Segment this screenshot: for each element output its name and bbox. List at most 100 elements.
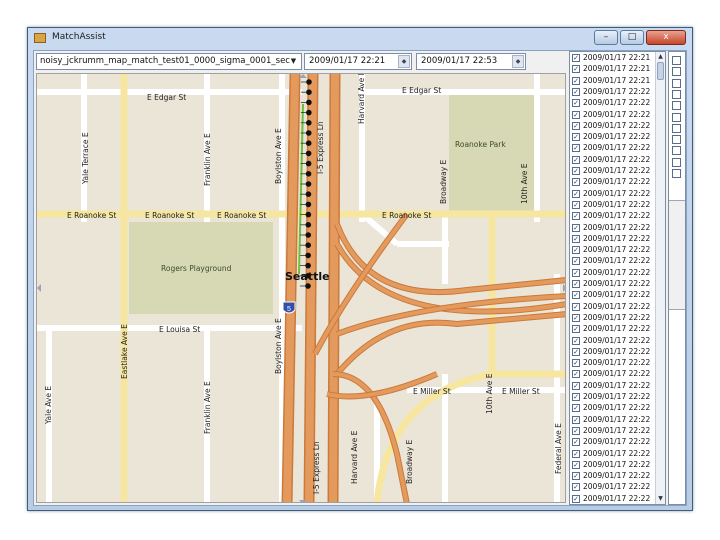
list-item[interactable]: ✓ 2009/01/17 22:22 (570, 189, 656, 200)
list-item[interactable]: ✓ 2009/01/17 22:22 (570, 302, 656, 313)
side-checkbox[interactable] (672, 89, 681, 99)
row-checkbox[interactable]: ✓ (572, 404, 580, 413)
list-item[interactable]: ✓ 2009/01/17 22:22 (570, 482, 656, 493)
row-checkbox[interactable]: ✓ (572, 438, 580, 447)
list-item[interactable]: ✓ 2009/01/17 22:21 (570, 53, 656, 64)
side-checkbox[interactable] (672, 169, 681, 178)
list-item[interactable]: ✓ 2009/01/17 22:22 (570, 143, 656, 154)
row-checkbox[interactable]: ✓ (572, 336, 580, 345)
trace-select[interactable]: noisy_jckrumm_map_match_test01_0000_sigm… (36, 53, 302, 70)
list-item[interactable]: ✓ 2009/01/17 22:22 (570, 132, 656, 143)
list-item[interactable]: ✓ 2009/01/17 22:22 (570, 494, 656, 504)
row-checkbox[interactable]: ✓ (572, 370, 580, 379)
row-checkbox[interactable]: ✓ (572, 460, 580, 469)
row-checkbox[interactable]: ✓ (572, 99, 580, 108)
scroll-down-icon[interactable]: ▼ (656, 494, 665, 503)
side-checkbox[interactable] (672, 101, 681, 111)
side-checkbox[interactable] (672, 56, 681, 65)
title-bar[interactable]: MatchAssist – □ x (28, 28, 692, 49)
list-item[interactable]: ✓ 2009/01/17 22:22 (570, 121, 656, 132)
row-checkbox[interactable]: ✓ (572, 54, 580, 62)
list-item[interactable]: ✓ 2009/01/17 22:22 (570, 211, 656, 222)
list-item[interactable]: ✓ 2009/01/17 22:22 (570, 369, 656, 380)
side-checkbox[interactable] (672, 67, 681, 77)
list-item[interactable]: ✓ 2009/01/17 22:22 (570, 426, 656, 437)
map-view[interactable]: 5 E Edgar St E Edgar St E Roanoke St E R… (36, 73, 566, 503)
side-checkbox[interactable] (672, 135, 681, 145)
row-checkbox[interactable]: ✓ (572, 393, 580, 401)
side-checkbox[interactable] (672, 157, 681, 167)
row-checkbox[interactable]: ✓ (572, 291, 580, 300)
row-checkbox[interactable]: ✓ (572, 200, 580, 209)
chevron-down-icon[interactable]: ▼ (287, 55, 300, 68)
scroll-thumb[interactable] (657, 62, 664, 80)
row-checkbox[interactable]: ✓ (572, 302, 580, 311)
list-item[interactable]: ✓ 2009/01/17 22:22 (570, 290, 656, 301)
row-checkbox[interactable]: ✓ (572, 426, 580, 435)
row-checkbox[interactable]: ✓ (572, 65, 580, 74)
list-item[interactable]: ✓ 2009/01/17 22:22 (570, 155, 656, 166)
row-checkbox[interactable]: ✓ (572, 110, 580, 119)
list-item[interactable]: ✓ 2009/01/17 22:22 (570, 234, 656, 245)
row-checkbox[interactable]: ✓ (572, 483, 580, 492)
list-item[interactable]: ✓ 2009/01/17 22:22 (570, 268, 656, 279)
row-checkbox[interactable]: ✓ (572, 167, 580, 175)
minimize-button[interactable]: – (594, 30, 618, 45)
row-checkbox[interactable]: ✓ (572, 472, 580, 481)
row-checkbox[interactable]: ✓ (572, 381, 580, 390)
row-checkbox[interactable]: ✓ (572, 133, 580, 142)
list-item[interactable]: ✓ 2009/01/17 22:22 (570, 437, 656, 448)
list-item[interactable]: ✓ 2009/01/17 22:22 (570, 347, 656, 358)
row-checkbox[interactable]: ✓ (572, 325, 580, 334)
row-checkbox[interactable]: ✓ (572, 212, 580, 221)
list-item[interactable]: ✓ 2009/01/17 22:21 (570, 64, 656, 75)
list-item[interactable]: ✓ 2009/01/17 22:22 (570, 336, 656, 347)
list-item[interactable]: ✓ 2009/01/17 22:22 (570, 358, 656, 369)
list-scrollbar[interactable]: ▲ ▼ (655, 52, 665, 504)
list-item[interactable]: ✓ 2009/01/17 22:22 (570, 403, 656, 414)
row-checkbox[interactable]: ✓ (572, 189, 580, 198)
list-item[interactable]: ✓ 2009/01/17 22:22 (570, 279, 656, 290)
side-checkbox[interactable] (672, 112, 681, 122)
list-item[interactable]: ✓ 2009/01/17 22:22 (570, 381, 656, 392)
list-item[interactable]: ✓ 2009/01/17 22:22 (570, 98, 656, 109)
list-item[interactable]: ✓ 2009/01/17 22:22 (570, 245, 656, 256)
end-time-picker[interactable]: 2009/01/17 22:53 ◆ (416, 53, 526, 70)
list-item[interactable]: ✓ 2009/01/17 22:22 (570, 415, 656, 426)
end-time-spin-icon[interactable]: ◆ (512, 55, 524, 68)
row-checkbox[interactable]: ✓ (572, 234, 580, 243)
row-checkbox[interactable]: ✓ (572, 246, 580, 255)
row-checkbox[interactable]: ✓ (572, 449, 580, 458)
list-item[interactable]: ✓ 2009/01/17 22:22 (570, 392, 656, 403)
list-item[interactable]: ✓ 2009/01/17 22:21 (570, 76, 656, 87)
row-checkbox[interactable]: ✓ (572, 121, 580, 130)
list-item[interactable]: ✓ 2009/01/17 22:22 (570, 449, 656, 460)
timestamp-list[interactable]: ✓ 2009/01/17 22:21 ✓ 2009/01/17 22:21 ✓ 2009/… (569, 51, 666, 505)
row-checkbox[interactable]: ✓ (572, 257, 580, 266)
row-checkbox[interactable]: ✓ (572, 359, 580, 368)
list-item[interactable]: ✓ 2009/01/17 22:22 (570, 223, 656, 234)
row-checkbox[interactable]: ✓ (572, 144, 580, 153)
list-item[interactable]: ✓ 2009/01/17 22:22 (570, 324, 656, 335)
list-item[interactable]: ✓ 2009/01/17 22:22 (570, 166, 656, 177)
list-item[interactable]: ✓ 2009/01/17 22:22 (570, 200, 656, 211)
list-item[interactable]: ✓ 2009/01/17 22:22 (570, 177, 656, 188)
list-item[interactable]: ✓ 2009/01/17 22:22 (570, 460, 656, 471)
side-checkbox[interactable] (672, 123, 681, 133)
list-item[interactable]: ✓ 2009/01/17 22:22 (570, 87, 656, 98)
side-checkbox[interactable] (672, 78, 681, 88)
row-checkbox[interactable]: ✓ (572, 280, 580, 288)
row-checkbox[interactable]: ✓ (572, 313, 580, 322)
row-checkbox[interactable]: ✓ (572, 87, 580, 96)
row-checkbox[interactable]: ✓ (572, 347, 580, 356)
maximize-button[interactable]: □ (620, 30, 644, 45)
list-item[interactable]: ✓ 2009/01/17 22:22 (570, 313, 656, 324)
row-checkbox[interactable]: ✓ (572, 494, 580, 503)
row-checkbox[interactable]: ✓ (572, 268, 580, 277)
start-time-spin-icon[interactable]: ◆ (398, 55, 410, 68)
row-checkbox[interactable]: ✓ (572, 76, 580, 85)
row-checkbox[interactable]: ✓ (572, 223, 580, 232)
start-time-picker[interactable]: 2009/01/17 22:21 ◆ (304, 53, 412, 70)
close-button[interactable]: x (646, 30, 686, 45)
side-checkbox[interactable] (672, 146, 681, 156)
